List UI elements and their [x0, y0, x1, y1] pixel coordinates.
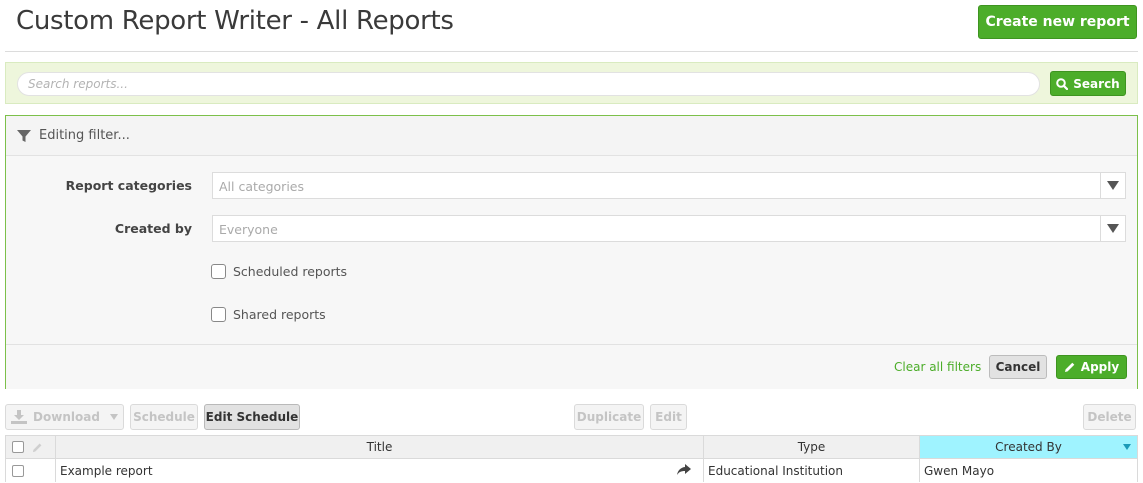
- filter-panel: Editing filter... Report categories All …: [5, 115, 1138, 389]
- edit-button[interactable]: Edit: [650, 404, 687, 430]
- search-icon: [1056, 77, 1069, 90]
- shared-reports-option[interactable]: Shared reports: [211, 307, 326, 322]
- shared-reports-label: Shared reports: [233, 307, 326, 322]
- column-header-title[interactable]: Title: [56, 436, 704, 458]
- search-button[interactable]: Search: [1050, 71, 1126, 96]
- search-button-label: Search: [1073, 76, 1120, 91]
- chevron-down-icon[interactable]: [1100, 173, 1125, 198]
- apply-button[interactable]: Apply: [1056, 355, 1127, 379]
- row-created-by-cell: Gwen Mayo: [924, 463, 995, 478]
- table-row[interactable]: Example report Educational Institution G…: [6, 459, 1137, 482]
- created-by-label: Created by: [114, 221, 192, 236]
- search-bar: Search: [5, 62, 1138, 104]
- shared-reports-checkbox[interactable]: [211, 307, 226, 322]
- duplicate-button[interactable]: Duplicate: [574, 404, 644, 430]
- row-title-cell: Example report: [56, 459, 704, 482]
- report-categories-select[interactable]: All categories: [212, 172, 1126, 199]
- filter-header-label: Editing filter...: [39, 128, 130, 143]
- filter-footer: Clear all filters Cancel Apply: [6, 344, 1137, 389]
- download-icon: [11, 410, 28, 424]
- download-button[interactable]: Download: [5, 404, 124, 430]
- filter-icon: [17, 130, 31, 142]
- row-title[interactable]: Example report: [60, 464, 153, 478]
- pencil-icon: [32, 443, 42, 452]
- report-categories-label: Report categories: [65, 178, 192, 193]
- sort-desc-icon: [1123, 444, 1131, 450]
- apply-button-label: Apply: [1080, 360, 1120, 374]
- scheduled-reports-option[interactable]: Scheduled reports: [211, 264, 347, 279]
- filter-header[interactable]: Editing filter...: [6, 116, 1137, 156]
- title-divider: [5, 51, 1138, 52]
- scheduled-reports-checkbox[interactable]: [211, 264, 226, 279]
- created-by-value: Everyone: [219, 222, 278, 237]
- select-all-checkbox[interactable]: [12, 441, 24, 453]
- row-checkbox[interactable]: [12, 464, 24, 477]
- chevron-down-icon[interactable]: [1100, 216, 1125, 241]
- created-by-select[interactable]: Everyone: [212, 215, 1126, 242]
- search-input[interactable]: [17, 72, 1040, 96]
- pencil-icon: [1064, 362, 1075, 372]
- column-header-created-by[interactable]: Created By: [920, 436, 1137, 458]
- create-new-report-button[interactable]: Create new report: [978, 5, 1137, 39]
- report-categories-value: All categories: [219, 179, 304, 194]
- clear-all-filters-link[interactable]: Clear all filters: [894, 360, 981, 374]
- cancel-button[interactable]: Cancel: [989, 355, 1047, 379]
- table-header: Title Type Created By: [6, 436, 1137, 459]
- scheduled-reports-label: Scheduled reports: [233, 264, 348, 279]
- reports-table: Title Type Created By Example report Edu…: [5, 435, 1138, 482]
- page-title: Custom Report Writer - All Reports: [16, 6, 454, 36]
- column-header-type[interactable]: Type: [704, 436, 920, 458]
- select-all-cell: [6, 436, 56, 458]
- edit-schedule-button[interactable]: Edit Schedule: [204, 404, 300, 430]
- schedule-button[interactable]: Schedule: [130, 404, 198, 430]
- chevron-down-icon: [109, 414, 118, 420]
- delete-button[interactable]: Delete: [1083, 404, 1136, 430]
- download-label: Download: [33, 410, 100, 424]
- share-arrow-icon[interactable]: [677, 464, 691, 476]
- row-type-cell: Educational Institution: [704, 459, 920, 482]
- row-checkbox-cell: [6, 459, 56, 482]
- column-header-created-by-label: Created By: [995, 440, 1062, 454]
